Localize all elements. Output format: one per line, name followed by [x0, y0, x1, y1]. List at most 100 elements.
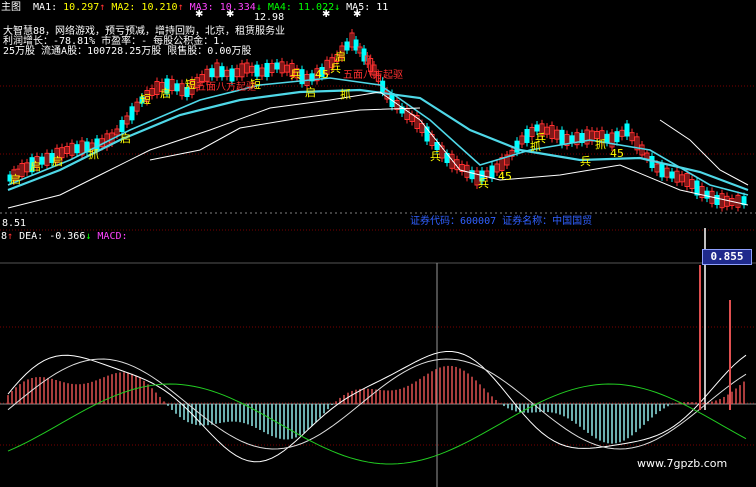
value-box: 0.855 [702, 249, 752, 265]
candle [489, 162, 495, 182]
ma-label: MA2: [111, 2, 136, 13]
signal-label: 启 [160, 87, 171, 100]
stock-code-row: 证券代码：600007 证券名称：中国国贸 [410, 216, 593, 227]
candle [284, 61, 290, 77]
candle [129, 102, 135, 124]
ma-indicator-2: MA2: 10.210↑ [111, 2, 183, 13]
signal-label: 启 [120, 132, 131, 145]
ma-indicator-3: MA3: 10.334↓ [190, 2, 262, 13]
signal-labels: 启启 启抓启短 启短 短兵启兵45启抓兵45兵抓兵兵抓45 [10, 50, 624, 190]
candle [79, 137, 85, 159]
candle [589, 127, 595, 145]
up-arrow-icon: ↑ [177, 2, 184, 13]
candle [357, 43, 363, 57]
candle [694, 177, 700, 199]
candle [704, 187, 710, 203]
candle [699, 182, 705, 202]
candle [174, 79, 180, 95]
candle [409, 110, 415, 126]
candle [639, 141, 645, 159]
candle [404, 104, 410, 124]
ma-label: MA3: [189, 2, 214, 13]
down-arrow-icon: ↓ [85, 231, 92, 242]
candle [64, 142, 70, 158]
indicator-prefix: 主图 [1, 2, 21, 13]
ma-value: 11 [370, 2, 389, 13]
signal-label: 兵 [580, 155, 591, 168]
macd-label: MACD: [97, 231, 128, 242]
candle [504, 151, 510, 169]
dea-value: -0.366 [49, 231, 86, 242]
annotation-2: 五面八方起驱 [343, 70, 403, 81]
candle [669, 168, 675, 182]
candle [134, 98, 140, 116]
up-arrow-icon: ↑ [99, 2, 106, 13]
candle [524, 125, 530, 147]
signal-label: 短 [185, 77, 196, 91]
candle [179, 79, 185, 100]
candle [219, 62, 225, 81]
candle [124, 112, 130, 128]
ma-label: MA5: [346, 2, 371, 13]
signal-label: 抓 [88, 147, 99, 161]
signal-label: 抓 [340, 87, 351, 101]
candle [349, 29, 355, 51]
dea-label: DEA: [19, 231, 44, 242]
candle [24, 158, 30, 176]
candle [44, 149, 50, 170]
ma-value: 11.022 [291, 2, 335, 13]
candle [399, 103, 405, 117]
annotation-1: 五面八方起驱 [196, 82, 256, 93]
signal-label: 45 [498, 170, 512, 183]
candle [719, 189, 725, 212]
candle [564, 130, 570, 150]
candle [414, 111, 420, 133]
candle [629, 128, 635, 145]
candle [269, 59, 275, 77]
up-arrow-icon: ↑ [7, 231, 14, 242]
candle [249, 62, 255, 77]
signal-label: 启 [305, 86, 316, 99]
candle [459, 160, 465, 176]
candle [549, 121, 555, 143]
signal-label: 45 [315, 68, 329, 81]
candle [624, 120, 630, 140]
ma-value: 10.297 [57, 2, 100, 13]
candle [209, 64, 215, 81]
candle [279, 57, 285, 77]
candle [224, 66, 230, 81]
high-price-label: 12.98 [254, 12, 285, 23]
candle [529, 123, 535, 141]
candle [714, 191, 720, 209]
candle [554, 126, 560, 144]
candle [154, 77, 160, 99]
ma-label: MA1: [33, 2, 58, 13]
ma-value: 10.334 [213, 2, 256, 13]
candle [519, 132, 525, 148]
signal-label: 兵 [330, 62, 341, 75]
candle [574, 128, 580, 149]
signal-label: 启 [335, 50, 346, 63]
candle [274, 59, 280, 73]
signal-label: 抓 [595, 137, 606, 151]
candle [735, 191, 741, 212]
candle [469, 166, 475, 183]
indicator-bar: 主图 MA1: 10.297↑ MA2: 10.210↑ MA3: 10.334↓ M… [1, 2, 388, 14]
down-arrow-icon: ↓ [334, 2, 341, 13]
signal-label: 45 [610, 147, 624, 160]
signal-label: 兵 [290, 68, 301, 81]
candle [214, 59, 220, 81]
signal-label: 兵 [478, 177, 489, 190]
candle [664, 164, 670, 182]
candle [634, 132, 640, 154]
candle [579, 129, 585, 147]
candle [689, 175, 695, 193]
signal-label: 短 [140, 92, 151, 106]
signal-label: 启 [10, 173, 21, 186]
candle [619, 126, 625, 141]
candle [239, 59, 245, 81]
candle [674, 167, 680, 187]
candle [264, 59, 270, 81]
candle [234, 64, 240, 81]
ma-value: 10.210 [135, 2, 178, 13]
